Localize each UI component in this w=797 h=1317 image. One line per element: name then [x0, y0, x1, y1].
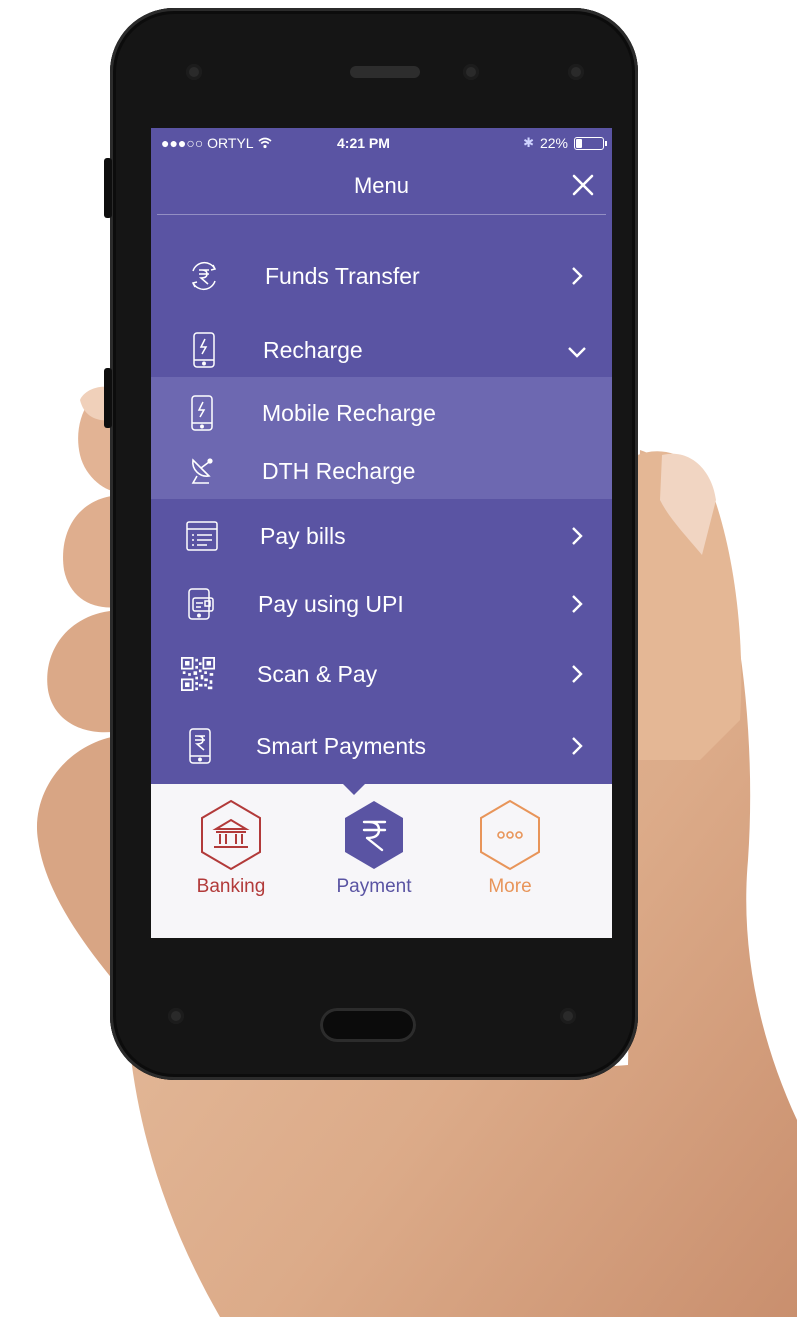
- rupee-cycle-icon: [187, 259, 221, 293]
- rupee-icon: [345, 801, 403, 869]
- menu-item-label: Funds Transfer: [265, 262, 420, 289]
- more-dots-icon: [480, 799, 540, 871]
- sensor-dot: [568, 64, 584, 80]
- chevron-right-icon[interactable]: [566, 593, 588, 615]
- volume-button: [104, 158, 112, 218]
- app-screen: ●●●○○ ORTYL 4:21 PM ✱ 22% Menu Funds Tra…: [151, 128, 612, 938]
- bluetooth-icon: ✱: [523, 135, 534, 150]
- upi-phone-icon: [183, 587, 217, 621]
- carrier-signal: ●●●○○ ORTYL: [161, 135, 254, 151]
- side-button: [104, 368, 112, 428]
- close-icon[interactable]: [568, 170, 598, 200]
- menu-item-label: Smart Payments: [256, 732, 426, 759]
- speaker-dot: [168, 1008, 184, 1024]
- chevron-right-icon[interactable]: [566, 265, 588, 287]
- satellite-dish-icon: [185, 454, 219, 488]
- menu-header: Menu: [157, 158, 606, 215]
- battery-icon: [574, 136, 607, 150]
- page-title: Menu: [353, 173, 410, 198]
- menu-item-smart-payments[interactable]: Smart Payments: [151, 721, 612, 771]
- submenu-item-dth-recharge[interactable]: DTH Recharge: [151, 449, 612, 493]
- menu-item-label: Pay using UPI: [258, 590, 404, 617]
- battery-percent: 22%: [539, 135, 568, 151]
- tab-label: Banking: [196, 876, 266, 897]
- phone-bolt-icon: [185, 395, 219, 431]
- menu-item-recharge[interactable]: Recharge: [151, 325, 612, 375]
- chevron-right-icon[interactable]: [566, 663, 588, 685]
- chevron-right-icon[interactable]: [566, 735, 588, 757]
- active-tab-indicator: [343, 784, 365, 795]
- tab-payment[interactable]: Payment: [314, 798, 434, 898]
- wifi-icon: [258, 137, 272, 149]
- tab-label: Payment: [336, 876, 412, 897]
- front-camera: [463, 64, 479, 80]
- phone-rupee-icon: [183, 728, 217, 764]
- home-button[interactable]: [320, 1008, 416, 1042]
- submenu-item-mobile-recharge[interactable]: Mobile Recharge: [151, 391, 612, 435]
- menu-item-label: Recharge: [263, 336, 363, 363]
- menu-item-pay-using-upi[interactable]: Pay using UPI: [151, 579, 612, 629]
- tab-banking[interactable]: Banking: [171, 798, 291, 898]
- bottom-nav: Banking Payment More: [151, 784, 612, 938]
- status-time: 4:21 PM: [337, 135, 390, 151]
- chevron-down-icon[interactable]: [566, 341, 588, 363]
- sensor-dot: [186, 64, 202, 80]
- status-bar: ●●●○○ ORTYL 4:21 PM ✱ 22%: [151, 128, 612, 158]
- speaker-dot: [560, 1008, 576, 1024]
- bill-icon: [185, 519, 219, 553]
- bank-icon: [201, 799, 261, 871]
- tab-label: More: [488, 876, 532, 897]
- earpiece: [350, 66, 420, 78]
- menu-item-pay-bills[interactable]: Pay bills: [151, 511, 612, 561]
- phone-bolt-icon: [187, 332, 221, 368]
- menu-item-label: Scan & Pay: [257, 660, 378, 687]
- menu-item-scan-and-pay[interactable]: Scan & Pay: [151, 649, 612, 699]
- chevron-right-icon[interactable]: [566, 525, 588, 547]
- menu-item-label: Pay bills: [260, 522, 346, 549]
- submenu-item-label: DTH Recharge: [262, 457, 416, 484]
- tab-more[interactable]: More: [450, 798, 570, 898]
- submenu-item-label: Mobile Recharge: [262, 399, 436, 426]
- menu-item-funds-transfer[interactable]: Funds Transfer: [151, 251, 612, 301]
- qr-code-icon: [181, 657, 215, 691]
